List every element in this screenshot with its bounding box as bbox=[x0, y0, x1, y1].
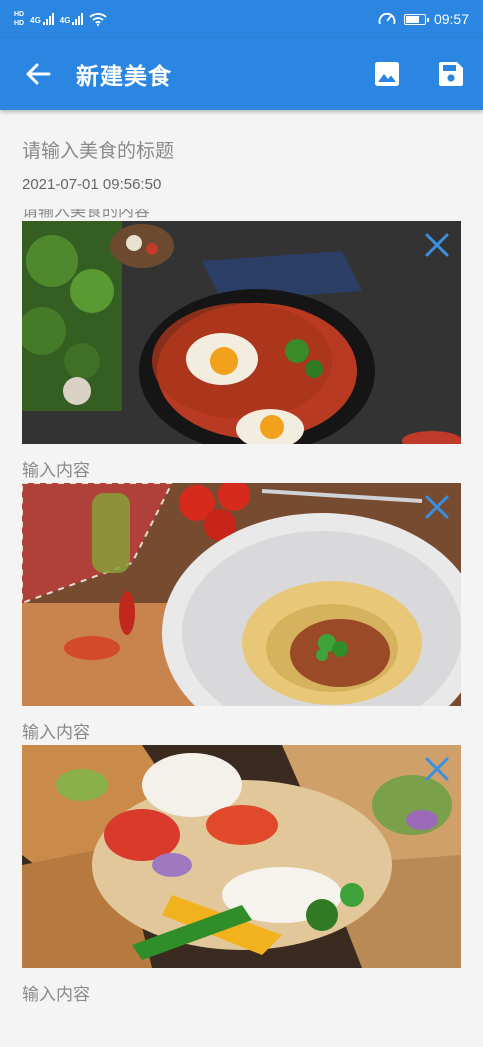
save-icon bbox=[439, 62, 463, 86]
content-input[interactable]: 请输入美食的内容 bbox=[22, 209, 461, 221]
image-icon bbox=[375, 62, 399, 86]
status-right: 09:57 bbox=[378, 11, 469, 27]
network-type-2: 4G bbox=[59, 16, 71, 25]
remove-photo-button[interactable] bbox=[423, 755, 451, 783]
signal-1: 4G bbox=[30, 13, 54, 25]
tacos-image bbox=[22, 745, 461, 968]
title-input[interactable]: 请输入美食的标题 bbox=[22, 136, 461, 162]
spaghetti-image bbox=[22, 483, 461, 706]
hd-bottom-label: HD bbox=[14, 20, 25, 27]
photo-spaghetti bbox=[22, 483, 461, 706]
hd-indicator: HD HD bbox=[14, 10, 24, 28]
date-label: 2021-07-01 09:56:50 bbox=[22, 176, 162, 193]
back-button[interactable] bbox=[0, 38, 76, 110]
battery-icon bbox=[403, 13, 429, 25]
page-title: 新建美食 bbox=[76, 64, 172, 90]
hd-top-label: HD bbox=[14, 11, 25, 18]
signal-bars-icon bbox=[72, 13, 84, 25]
photo-caption-input[interactable]: 输入内容 bbox=[22, 706, 461, 745]
save-button[interactable] bbox=[419, 38, 483, 110]
photo-caption-input[interactable]: 输入内容 bbox=[22, 968, 461, 1007]
insert-image-button[interactable] bbox=[355, 38, 419, 110]
food-editor: 请输入美食的标题 2021-07-01 09:56:50 请输入美食的内容 输入… bbox=[22, 110, 461, 1007]
app-bar: 新建美食 bbox=[0, 38, 483, 110]
status-bar: HD HD 4G 4G 09:57 bbox=[0, 0, 483, 38]
signal-bars-icon bbox=[42, 13, 54, 25]
battery-level bbox=[405, 15, 419, 23]
arrow-left-icon bbox=[26, 63, 51, 85]
shakshuka-image bbox=[22, 221, 461, 444]
clock: 09:57 bbox=[433, 11, 469, 27]
speed-meter-icon bbox=[378, 12, 396, 25]
network-type-1: 4G bbox=[30, 16, 41, 25]
remove-photo-button[interactable] bbox=[423, 493, 451, 521]
remove-photo-button[interactable] bbox=[423, 231, 451, 259]
photo-shakshuka bbox=[22, 221, 461, 444]
app-bar-actions bbox=[355, 38, 483, 110]
photo-tacos bbox=[22, 745, 461, 968]
status-left: HD HD 4G 4G bbox=[14, 10, 108, 28]
content-placeholder: 请输入美食的内容 bbox=[22, 209, 151, 220]
wifi-icon bbox=[89, 13, 108, 26]
photo-caption-input[interactable]: 输入内容 bbox=[22, 444, 461, 483]
signal-2: 4G bbox=[60, 13, 84, 25]
